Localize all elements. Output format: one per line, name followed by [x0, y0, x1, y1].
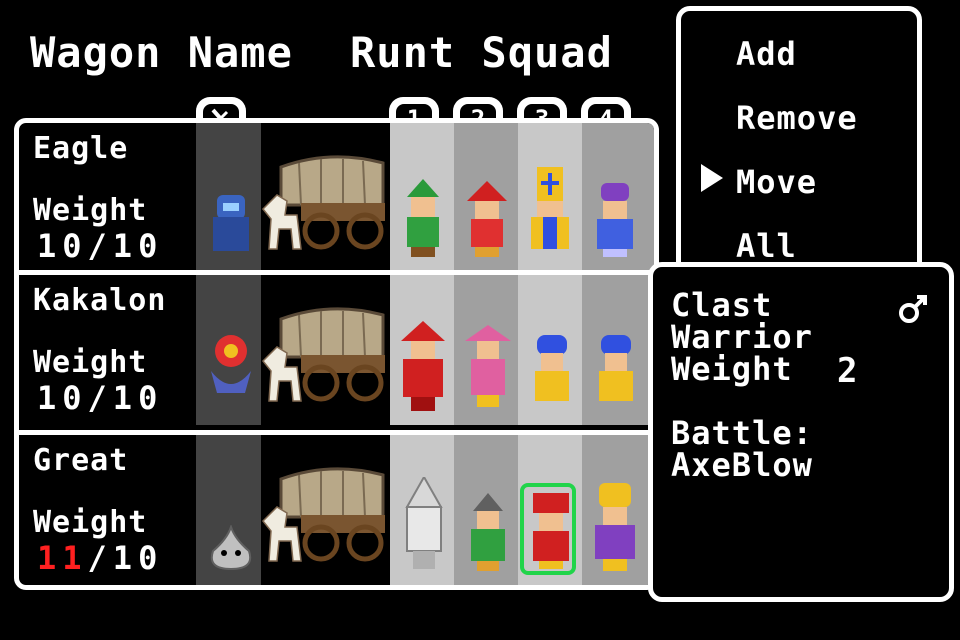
wagon-name: Eagle: [33, 131, 129, 166]
weight-value: 11/10: [37, 539, 164, 577]
weight-label: Weight: [33, 505, 148, 540]
slime-sprite[interactable]: [209, 525, 253, 573]
party-member-sprite[interactable]: [589, 483, 641, 573]
weight-value: 10/10: [37, 227, 164, 265]
selection-cursor-box: [520, 483, 576, 575]
party-member-sprite[interactable]: [399, 179, 447, 259]
command-menu: Add Remove Move All: [676, 6, 922, 280]
menu-item-remove[interactable]: Remove: [736, 99, 858, 137]
character-weight-value: 2: [837, 351, 859, 391]
party-member-sprite[interactable]: [529, 331, 575, 411]
party-member-sprite[interactable]: [591, 179, 639, 259]
menu-item-move[interactable]: Move: [736, 163, 817, 201]
weight-label: Weight: [33, 345, 148, 380]
party-member-sprite[interactable]: [463, 179, 511, 259]
wagon-name-label: Wagon Name: [30, 28, 293, 77]
wagon-row-kakalon[interactable]: Kakalon Weight 10/10: [19, 275, 654, 425]
party-member-sprite[interactable]: [525, 167, 575, 259]
wagon-name: Kakalon: [33, 283, 167, 318]
menu-item-add[interactable]: Add: [736, 35, 797, 73]
wagon-icon: [261, 155, 385, 250]
character-name: Clast: [671, 286, 773, 324]
party-member-sprite[interactable]: [463, 321, 513, 411]
wagon-list-panel: Eagle Weight 10/10 Kakalon Weight 10/10: [14, 118, 659, 590]
battle-value: AxeBlow: [671, 446, 813, 484]
weight-label: Weight: [33, 193, 148, 228]
weight-over-limit: 11: [37, 539, 88, 577]
wagon-name: Great: [33, 443, 129, 478]
wagon-icon: [261, 467, 385, 562]
menu-item-all[interactable]: All: [736, 227, 797, 265]
menu-cursor-icon: [701, 164, 723, 192]
character-weight-label: Weight: [671, 350, 793, 388]
party-member-sprite[interactable]: [593, 331, 639, 411]
wagon-icon: [261, 307, 385, 402]
wagon-name-value[interactable]: Runt Squad: [350, 28, 613, 77]
weight-value: 10/10: [37, 379, 164, 417]
monster-sprite[interactable]: [205, 327, 257, 403]
character-info-panel: Clast Warrior Weight 2 Battle: AxeBlow: [648, 262, 954, 602]
party-member-sprite[interactable]: [465, 493, 511, 573]
battle-label: Battle:: [671, 414, 813, 452]
party-member-sprite[interactable]: [397, 321, 449, 413]
party-member-sprite[interactable]: [397, 477, 451, 573]
male-symbol-icon: [899, 295, 927, 323]
character-class: Warrior: [671, 318, 813, 356]
monster-sprite[interactable]: [207, 185, 255, 261]
wagon-row-eagle[interactable]: Eagle Weight 10/10: [19, 123, 654, 273]
wagon-row-great[interactable]: Great Weight 11/10: [19, 435, 654, 585]
